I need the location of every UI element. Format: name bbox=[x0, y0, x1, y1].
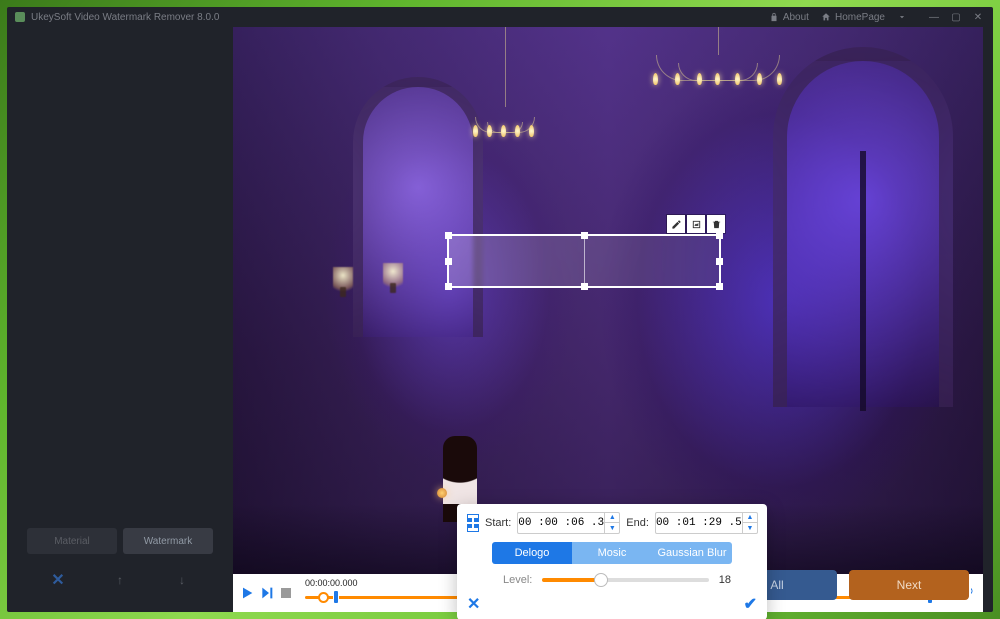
resize-handle[interactable] bbox=[581, 232, 588, 239]
tab-material[interactable]: Material bbox=[27, 528, 117, 554]
watermark-selection[interactable] bbox=[447, 234, 721, 288]
about-link[interactable]: About bbox=[769, 12, 809, 23]
edit-selection-button[interactable] bbox=[667, 215, 685, 233]
dropdown-icon[interactable] bbox=[897, 12, 907, 22]
level-label: Level: bbox=[503, 574, 532, 586]
lock-icon bbox=[769, 12, 779, 22]
delete-selection-button[interactable] bbox=[707, 215, 725, 233]
app-logo bbox=[15, 12, 25, 22]
end-time-input[interactable] bbox=[656, 517, 742, 529]
resize-handle[interactable] bbox=[445, 283, 452, 290]
close-button[interactable]: ✕ bbox=[971, 12, 985, 23]
fullscreen-toggle[interactable] bbox=[467, 514, 479, 532]
play-step-icon bbox=[259, 585, 275, 601]
image-icon bbox=[691, 219, 702, 230]
resize-handle[interactable] bbox=[716, 283, 723, 290]
home-icon bbox=[821, 12, 831, 22]
fullscreen-icon bbox=[468, 518, 478, 528]
popover-cancel[interactable]: ✕ bbox=[467, 594, 480, 614]
play-icon bbox=[239, 585, 255, 601]
level-slider[interactable] bbox=[542, 578, 708, 582]
resize-handle[interactable] bbox=[445, 258, 452, 265]
homepage-link[interactable]: HomePage bbox=[821, 12, 885, 23]
move-down-button[interactable]: ↓ bbox=[172, 570, 192, 590]
level-value: 18 bbox=[719, 574, 731, 586]
selection-toolbar bbox=[666, 214, 726, 234]
pencil-icon bbox=[671, 219, 682, 230]
timeline-start-label: 00:00:00.000 bbox=[305, 578, 358, 588]
resize-handle[interactable] bbox=[716, 258, 723, 265]
homepage-label: HomePage bbox=[835, 12, 885, 23]
minimize-button[interactable]: — bbox=[927, 12, 941, 23]
stop-button[interactable] bbox=[281, 588, 291, 598]
end-spin-down[interactable]: ▼ bbox=[743, 523, 757, 533]
watermark-settings-popover: Start: ▲▼ End: ▲▼ Delogo Mosic Gaussian … bbox=[457, 504, 767, 619]
start-time-input[interactable] bbox=[518, 517, 604, 529]
app-title: UkeySoft Video Watermark Remover 8.0.0 bbox=[31, 12, 769, 23]
range-start-handle[interactable] bbox=[333, 590, 339, 604]
start-spin-up[interactable]: ▲ bbox=[605, 513, 619, 523]
title-bar: UkeySoft Video Watermark Remover 8.0.0 A… bbox=[7, 7, 993, 27]
tab-delogo[interactable]: Delogo bbox=[492, 542, 572, 564]
end-time-field[interactable]: ▲▼ bbox=[655, 512, 758, 534]
remove-button[interactable]: ✕ bbox=[48, 570, 68, 590]
app-window: UkeySoft Video Watermark Remover 8.0.0 A… bbox=[7, 7, 993, 612]
tab-watermark[interactable]: Watermark bbox=[123, 528, 213, 554]
duplicate-selection-button[interactable] bbox=[687, 215, 705, 233]
end-spin-up[interactable]: ▲ bbox=[743, 513, 757, 523]
video-frame bbox=[233, 27, 983, 574]
start-time-field[interactable]: ▲▼ bbox=[517, 512, 620, 534]
level-slider-thumb[interactable] bbox=[594, 573, 608, 587]
resize-handle[interactable] bbox=[581, 283, 588, 290]
tab-gaussian-blur[interactable]: Gaussian Blur bbox=[652, 542, 732, 564]
start-spin-down[interactable]: ▼ bbox=[605, 523, 619, 533]
playhead[interactable] bbox=[318, 592, 329, 603]
trash-icon bbox=[711, 219, 722, 230]
about-label: About bbox=[783, 12, 809, 23]
tab-mosic[interactable]: Mosic bbox=[572, 542, 652, 564]
next-button[interactable]: Next bbox=[849, 570, 969, 600]
video-preview[interactable] bbox=[233, 27, 983, 574]
step-button[interactable] bbox=[259, 585, 275, 601]
left-panel: Material Watermark ✕ ↑ ↓ bbox=[7, 27, 233, 612]
method-tabs: Delogo Mosic Gaussian Blur bbox=[492, 542, 732, 564]
resize-handle[interactable] bbox=[445, 232, 452, 239]
play-button[interactable] bbox=[239, 585, 255, 601]
maximize-button[interactable]: ▢ bbox=[949, 12, 963, 23]
move-up-button[interactable]: ↑ bbox=[110, 570, 130, 590]
resize-handle[interactable] bbox=[716, 232, 723, 239]
popover-confirm[interactable]: ✔ bbox=[744, 594, 757, 614]
start-label: Start: bbox=[485, 517, 511, 529]
end-label: End: bbox=[626, 517, 649, 529]
